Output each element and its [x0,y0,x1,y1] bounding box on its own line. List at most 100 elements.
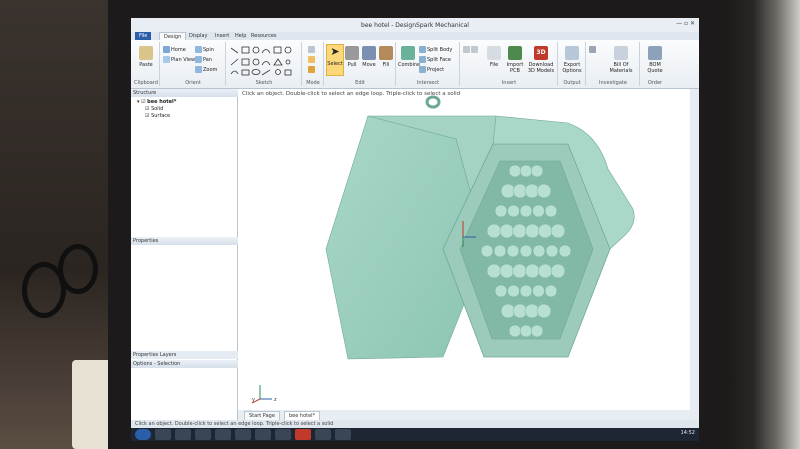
nest-hole [499,223,515,239]
combine-icon [401,46,415,60]
nest-hole [507,204,520,218]
properties-layers-tabs[interactable]: Properties Layers [131,351,239,359]
3d-viewport[interactable]: Click an object. Double-click to select … [238,89,690,428]
system-clock[interactable]: 14:52 [681,430,695,436]
taskbar-app[interactable] [155,429,171,440]
bom-icon [614,46,628,60]
clipboard-label: Clipboard [134,80,158,86]
export-label: Export Options [562,62,582,74]
group-clipboard: Paste Clipboard [133,42,160,86]
zoom-button[interactable]: Zoom [195,66,217,73]
tree-item-solid[interactable]: ☑ Solid [145,106,163,112]
bee-hotel-model[interactable]: y z [238,89,690,428]
nest-hole [519,324,533,338]
paste-icon [139,46,153,60]
tab-insert[interactable]: Insert [211,32,233,40]
tab-display[interactable]: Display [185,32,211,40]
cart-icon [648,46,662,60]
group-orient: Home Spin Plan View Pan Zoom Orient [161,42,226,86]
nest-hole [558,244,572,258]
bom-quote-button[interactable]: BOM Quote [643,46,667,74]
sketch-tools[interactable] [227,44,301,78]
pan-icon [195,56,202,63]
group-order: BOM Quote Order [641,42,669,86]
taskbar-app[interactable] [235,429,251,440]
start-button[interactable] [135,429,151,440]
nest-hole [508,164,522,178]
group-investigate: Bill Of Materials Investigate [587,42,640,86]
hanging-loop[interactable] [425,95,441,109]
pull-icon [345,46,359,60]
orient-label: Orient [185,80,201,86]
plan-view-button[interactable]: Plan View [163,56,195,63]
taskbar-app[interactable] [275,429,291,440]
measure-button[interactable] [589,46,597,53]
fill-icon [379,46,393,60]
project-label: Project [427,67,445,73]
section-mode-button[interactable] [308,56,316,63]
spin-button[interactable]: Spin [195,46,214,53]
paste-button[interactable]: Paste [136,46,156,68]
tab-resources[interactable]: Resources [247,32,281,40]
select-button[interactable]: ➤ Select [326,44,344,76]
nest-hole [530,324,544,338]
group-intersect: Combine Split Body Split Face Project In… [397,42,460,86]
paste-label: Paste [139,62,153,68]
3d-icon: 3D [534,46,548,60]
nest-hole [519,244,533,258]
ribbon-tabs: File Design Display Insert Help Resource… [131,32,699,41]
split-body-button[interactable]: Split Body [419,46,452,53]
split-body-icon [419,46,426,53]
split-body-label: Split Body [427,47,453,53]
project-icon [419,66,426,73]
3d-mode-button[interactable] [308,66,316,73]
sketch-mode-button[interactable] [308,46,316,53]
pan-label: Pan [203,57,213,63]
import-pcb-button[interactable]: Import PCB [504,46,526,74]
title-bar: bee hotel - DesignSpark Mechanical — ▫ ✕ [131,18,699,33]
group-insert: File Import PCB 3D Download 3D Models In… [461,42,558,86]
insert-small-buttons[interactable] [463,46,479,53]
download-3d-models-button[interactable]: 3D Download 3D Models [527,46,555,74]
project-button[interactable]: Project [419,66,444,73]
tab-file[interactable]: File [135,32,152,40]
right-side-bar[interactable] [690,89,699,428]
box-icon [471,46,478,53]
taskbar-app[interactable] [255,429,271,440]
taskbar-app[interactable] [295,429,311,440]
fill-button[interactable]: Fill [378,46,394,68]
export-options-button[interactable]: Export Options [560,46,584,74]
tree-root[interactable]: ▾ ☑ bee hotel* [137,99,176,105]
taskbar-app[interactable] [175,429,191,440]
taskbar-app[interactable] [215,429,231,440]
pan-button[interactable]: Pan [195,56,212,63]
taskbar: 14:52 [131,428,699,441]
nest-hole [486,263,502,279]
taskbar-app[interactable] [195,429,211,440]
bill-of-materials-button[interactable]: Bill Of Materials [605,46,637,74]
nest-hole [519,164,533,178]
split-face-button[interactable]: Split Face [419,56,451,63]
home-button[interactable]: Home [163,46,186,53]
sketch-label: Sketch [255,80,273,86]
pull-button[interactable]: Pull [344,46,360,68]
group-output: Export Options Output [559,42,586,86]
nest-hole [480,244,494,258]
combine-button[interactable]: Combine [398,46,420,68]
nest-hole [530,164,544,178]
nest-hole [512,223,527,239]
window-controls[interactable]: — ▫ ✕ [676,20,695,27]
bom-label: Bill Of Materials [609,62,633,74]
nest-hole [544,204,558,218]
output-label: Output [563,80,581,86]
move-button[interactable]: Move [361,46,377,68]
fill-label: Fill [382,62,390,68]
taskbar-app[interactable] [315,429,331,440]
properties-header: Properties [131,237,239,245]
file-button[interactable]: File [485,46,503,68]
nest-hole [494,204,508,218]
taskbar-app[interactable] [335,429,351,440]
tree-item-surface[interactable]: ☑ Surface [145,113,170,119]
group-sketch: Sketch [227,42,302,86]
nest-hole [545,244,559,258]
